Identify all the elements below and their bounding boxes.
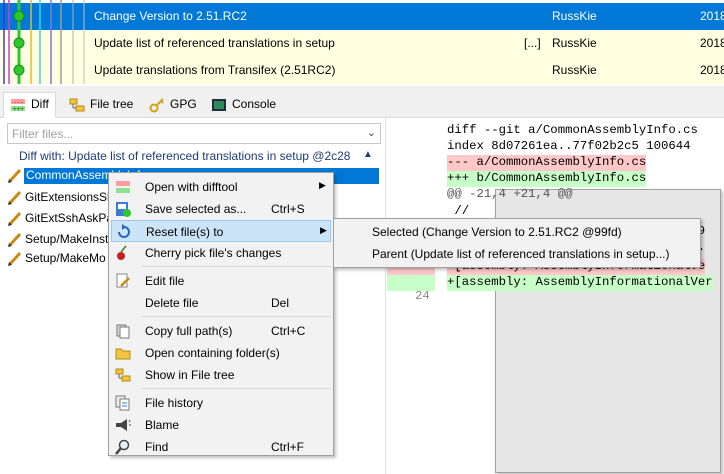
filter-files-input[interactable]: [8, 124, 348, 143]
menu-separator: [141, 266, 331, 267]
modified-icon: [7, 250, 23, 266]
tab-gpg[interactable]: GPG: [142, 92, 204, 116]
tab-label: File tree: [90, 97, 134, 111]
diff-added-line: +++ b/CommonAssemblyInfo.cs: [447, 171, 647, 187]
tab-label: Console: [232, 97, 277, 111]
svg-text:---: ---: [13, 99, 24, 106]
history-icon: [115, 395, 131, 411]
tab-strip: --- +++ Diff File tree GPG Console: [0, 86, 724, 118]
menu-item-cherry-pick[interactable]: Cherry pick file's changes: [111, 242, 331, 264]
diff-hunk-line: @@ -21,4 +21,4 @@: [447, 187, 573, 201]
console-icon: [211, 97, 227, 113]
submenu-arrow-icon: ▶: [320, 225, 327, 235]
modified-icon: [7, 167, 23, 183]
tab-label: Diff: [31, 97, 49, 111]
chevron-down-icon[interactable]: ⌄: [367, 126, 376, 139]
diff-header-line: index 8d07261ea..77f02b2c5 100644: [447, 139, 691, 153]
commit-list[interactable]: Change Version to 2.51.RC2 RussKie 2018 …: [0, 0, 724, 84]
modified-icon: [7, 210, 23, 226]
diff-icon: --- +++: [10, 97, 26, 113]
menu-item-blame[interactable]: Blame: [111, 414, 331, 436]
tab-file-tree[interactable]: File tree: [62, 92, 141, 116]
file-tree-icon: [69, 97, 85, 113]
reset-icon: [116, 224, 132, 240]
commit-date: 2018: [700, 63, 724, 77]
modified-icon: [7, 231, 23, 247]
difftool-icon: [115, 179, 131, 195]
menu-item-reset-files[interactable]: Reset file(s) to ▶: [111, 220, 331, 242]
commit-author: RussKie: [552, 9, 597, 23]
commit-row[interactable]: Update translations from Transifex (2.51…: [0, 57, 724, 84]
file-name: GitExtensionsSh: [25, 190, 114, 204]
menu-separator: [141, 388, 331, 389]
save-icon: [115, 201, 131, 217]
tab-diff[interactable]: --- +++ Diff: [3, 92, 56, 118]
submenu-item-parent[interactable]: Parent (Update list of referenced transl…: [336, 243, 698, 265]
file-group-header[interactable]: Diff with: Update list of referenced tra…: [19, 149, 350, 163]
collapse-icon[interactable]: ▲: [363, 149, 373, 160]
diff-viewer[interactable]: diff --git a/CommonAssemblyInfo.cs index…: [387, 118, 724, 474]
diff-added-line: +[assembly: AssemblyInformationalVer: [447, 275, 713, 291]
new-line-number: 24: [415, 289, 430, 303]
copy-icon: [115, 323, 131, 339]
commit-message: Change Version to 2.51.RC2: [94, 9, 247, 23]
file-name: Setup/MakeMo: [25, 251, 106, 265]
menu-item-open-with-difftool[interactable]: Open with difftool ▶: [111, 176, 331, 198]
file-tree-icon: [115, 367, 131, 383]
find-icon: [115, 439, 131, 455]
menu-item-open-containing-folder[interactable]: Open containing folder(s): [111, 342, 331, 364]
menu-item-copy-full-path[interactable]: Copy full path(s) Ctrl+C: [111, 320, 331, 342]
menu-item-delete-file[interactable]: Delete file Del: [111, 292, 331, 314]
commit-date: 2018: [700, 36, 724, 50]
tab-label: GPG: [170, 97, 197, 111]
commit-message: Update list of referenced translations i…: [94, 36, 335, 50]
diff-header-line: diff --git a/CommonAssemblyInfo.cs: [447, 123, 698, 137]
menu-separator: [141, 316, 331, 317]
cherry-icon: [115, 245, 131, 261]
submenu-item-selected[interactable]: Selected (Change Version to 2.51.RC2 @99…: [336, 221, 698, 243]
commit-author: RussKie: [552, 36, 597, 50]
line-number-gutter: 24: [387, 275, 435, 303]
commit-row[interactable]: Change Version to 2.51.RC2 RussKie 2018: [0, 3, 724, 30]
commit-ellipsis: [...]: [524, 36, 541, 50]
commit-date: 2018: [700, 9, 724, 23]
menu-item-show-in-file-tree[interactable]: Show in File tree: [111, 364, 331, 386]
modified-icon: [7, 189, 23, 205]
file-name: GitExtSshAskPa: [25, 211, 114, 225]
folder-icon: [115, 345, 131, 361]
submenu-arrow-icon: ▶: [319, 180, 326, 190]
menu-item-find[interactable]: Find Ctrl+F: [111, 436, 331, 458]
commit-author: RussKie: [552, 63, 597, 77]
edit-icon: [115, 273, 131, 289]
diff-removed-line: --- a/CommonAssemblyInfo.cs: [447, 155, 647, 171]
key-icon: [149, 97, 165, 113]
menu-item-edit-file[interactable]: Edit file: [111, 270, 331, 292]
file-context-menu: Open with difftool ▶ Save selected as...…: [108, 172, 334, 456]
filter-box[interactable]: ⌄: [7, 123, 381, 144]
menu-item-save-selected[interactable]: Save selected as... Ctrl+S: [111, 198, 331, 220]
commit-message: Update translations from Transifex (2.51…: [94, 63, 336, 77]
tab-console[interactable]: Console: [204, 92, 284, 116]
blame-icon: [115, 417, 131, 433]
commit-row[interactable]: Update list of referenced translations i…: [0, 30, 724, 57]
reset-files-submenu: Selected (Change Version to 2.51.RC2 @99…: [333, 218, 701, 268]
revision-graph: [3, 0, 85, 84]
svg-text:+++: +++: [13, 106, 24, 113]
file-name: Setup/MakeInst: [25, 232, 109, 246]
menu-item-file-history[interactable]: File history: [111, 392, 331, 414]
